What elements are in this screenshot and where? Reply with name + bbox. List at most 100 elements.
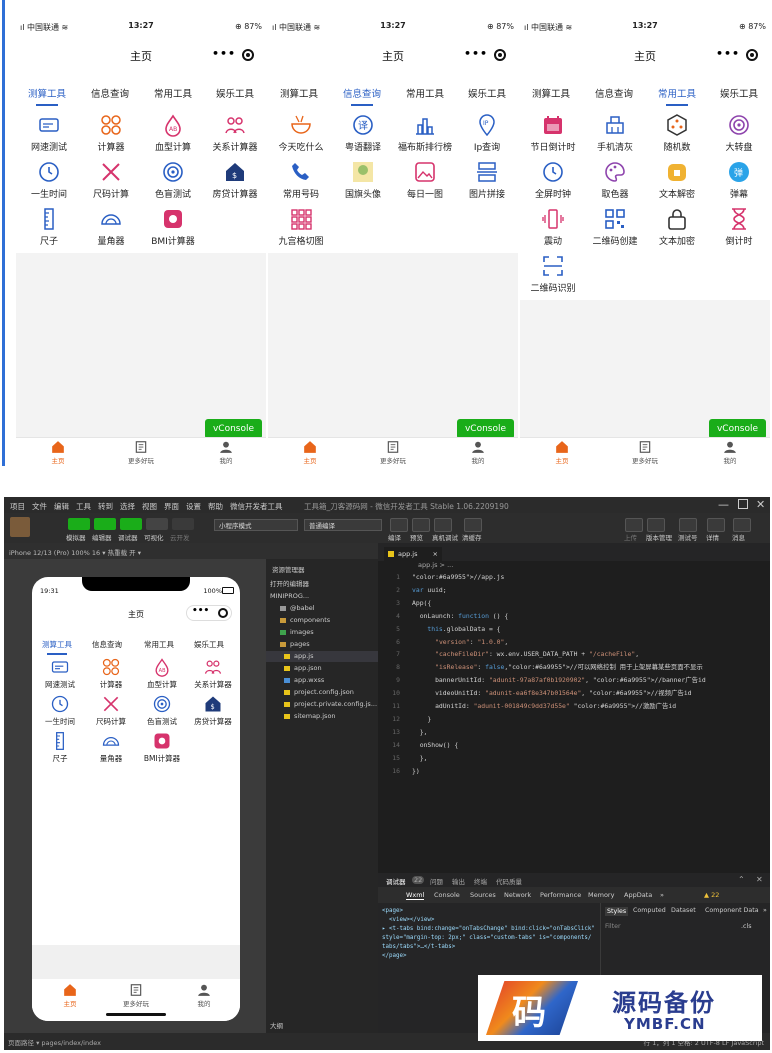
tool-item[interactable]: AB 血型计算 (142, 110, 204, 156)
tool-item[interactable]: 量角器 (80, 204, 142, 250)
styles-tab-4[interactable]: » (763, 907, 767, 914)
close-capsule-icon[interactable] (242, 49, 254, 61)
dom-node[interactable]: ▸ <t-tabs bind:change="onTabsChange" bin… (382, 925, 596, 934)
explorer-item[interactable]: @babel (266, 603, 378, 614)
tool-item[interactable]: 大转盘 (708, 110, 770, 156)
dom-node[interactable]: <page> (382, 907, 596, 916)
dom-node[interactable]: <view></view> (382, 916, 596, 925)
minimize-icon[interactable]: — (718, 498, 729, 511)
explorer-item[interactable]: project.private.config.js... (266, 699, 378, 710)
explorer-item[interactable]: project.config.json (266, 687, 378, 698)
menu-item[interactable]: 工具 (76, 501, 91, 512)
tabbar-item-0[interactable]: 主页 (280, 440, 340, 465)
tool-item[interactable]: 色盲测试 (142, 157, 204, 203)
tool-item[interactable]: 二维码创建 (584, 204, 646, 250)
tool-item[interactable]: 取色器 (584, 157, 646, 203)
tool-item[interactable]: 节日倒计时 (522, 110, 584, 156)
close-capsule-icon[interactable] (218, 608, 228, 618)
devtools-tab-3[interactable]: 输出 (452, 876, 465, 886)
dom-node[interactable]: tabs/tabs">…</t-tabs> (382, 943, 596, 952)
vconsole-button[interactable]: vConsole (457, 419, 514, 439)
sim-tabbar-item-2[interactable]: 我的 (174, 983, 234, 1008)
tool-item[interactable]: 国旗头像 (332, 157, 394, 203)
tabbar-item-2[interactable]: 我的 (448, 440, 508, 465)
filter-input[interactable]: Filter (605, 923, 621, 930)
tool-item[interactable]: 弹弹幕 (708, 157, 770, 203)
tool-item[interactable]: $ 房贷计算器 (204, 157, 266, 203)
more-icon[interactable]: ••• (464, 47, 488, 60)
devtools-tab-0[interactable]: 调试器 (386, 876, 406, 886)
tabbar-item-0[interactable]: 主页 (532, 440, 592, 465)
explorer-item[interactable]: app.js (266, 651, 378, 662)
styles-tab-1[interactable]: Computed (633, 907, 666, 914)
more-icon[interactable]: ••• (716, 47, 740, 60)
mode-select[interactable]: 小程序模式 (214, 519, 298, 531)
devtools-tab-1[interactable]: 22 (412, 876, 425, 884)
avatar[interactable] (10, 517, 30, 537)
sim-tab-0[interactable]: 测算工具 (42, 639, 72, 655)
page-path[interactable]: 页面路径 ▾ pages/index/index (8, 1037, 101, 1047)
tool-item[interactable]: 福布斯排行榜 (394, 110, 456, 156)
collapse-icon[interactable]: ⌃ (738, 875, 745, 884)
toolbar-right-1[interactable] (647, 518, 665, 532)
tab-0[interactable]: 测算工具 (280, 86, 318, 100)
tab-0[interactable]: 测算工具 (28, 86, 66, 106)
tab-2[interactable]: 常用工具 (406, 86, 444, 100)
tool-item[interactable]: IP Ip查询 (456, 110, 518, 156)
toolbar-toggle-1[interactable] (94, 518, 116, 530)
outline-section[interactable]: 大纲 (270, 1021, 382, 1032)
toolbar-right-0[interactable] (625, 518, 643, 532)
devtools-tab-2[interactable]: 问题 (430, 876, 443, 886)
devtools-panel-5[interactable]: Memory (588, 891, 614, 899)
sim-tab-2[interactable]: 常用工具 (144, 639, 174, 650)
tool-item[interactable]: 尺码计算 (80, 157, 142, 203)
tool-item[interactable]: 一生时间 (18, 157, 80, 203)
tool-item[interactable]: 震动 (522, 204, 584, 250)
menu-item[interactable]: 视图 (142, 501, 157, 512)
capsule-button[interactable]: ••• (208, 46, 258, 64)
open-editors[interactable]: 打开的编辑器 (270, 579, 382, 590)
tool-item[interactable]: 今天吃什么 (270, 110, 332, 156)
explorer-item[interactable]: components (266, 615, 378, 626)
toolbar-right-4[interactable] (733, 518, 751, 532)
more-icon[interactable]: ••• (212, 47, 236, 60)
explorer-item[interactable]: sitemap.json (266, 711, 378, 722)
explorer-item[interactable]: app.wxss (266, 675, 378, 686)
dom-node[interactable]: </page> (382, 952, 596, 961)
devtools-panel-0[interactable]: Wxml (406, 891, 425, 900)
tool-item[interactable]: 文本加密 (646, 204, 708, 250)
explorer-item[interactable]: app.json (266, 663, 378, 674)
toolbar-action-0[interactable] (390, 518, 408, 532)
tool-item[interactable]: 全屏时钟 (522, 157, 584, 203)
toolbar-action-1[interactable] (412, 518, 430, 532)
simulator-header[interactable]: iPhone 12/13 (Pro) 100% 16 ▾ 热重载 开 ▾ (4, 543, 266, 559)
explorer-item[interactable]: images (266, 627, 378, 638)
sim-tabbar-item-1[interactable]: 更多好玩 (106, 983, 166, 1008)
menu-item[interactable]: 微信开发者工具 (230, 501, 283, 512)
tabbar-item-1[interactable]: 更多好玩 (363, 440, 423, 465)
tool-item[interactable]: 文本解密 (646, 157, 708, 203)
compile-select[interactable]: 普通编译 (304, 519, 382, 531)
tool-item[interactable]: 译粤语翻译 (332, 110, 394, 156)
tab-1[interactable]: 信息查询 (91, 86, 129, 100)
devtools-panel-3[interactable]: Network (504, 891, 531, 899)
close-capsule-icon[interactable] (746, 49, 758, 61)
sim-tab-3[interactable]: 娱乐工具 (194, 639, 224, 650)
styles-tab-0[interactable]: Styles (605, 907, 629, 916)
menu-item[interactable]: 转到 (98, 501, 113, 512)
tab-3[interactable]: 娱乐工具 (468, 86, 506, 100)
dom-tree[interactable]: <page> <view></view> ▸ <t-tabs bind:chang… (382, 907, 596, 961)
project-root[interactable]: MINIPROG... (270, 591, 382, 602)
tabbar-item-2[interactable]: 我的 (196, 440, 256, 465)
menu-item[interactable]: 帮助 (208, 501, 223, 512)
warning-count[interactable]: ▲ 22 (704, 891, 719, 899)
sim-tool-item[interactable]: BMI计算器 (136, 729, 188, 765)
close-window-icon[interactable]: ✕ (756, 498, 765, 511)
tab-2[interactable]: 常用工具 (154, 86, 192, 100)
vconsole-button[interactable]: vConsole (205, 419, 262, 439)
menu-item[interactable]: 编辑 (54, 501, 69, 512)
capsule-button[interactable]: ••• (460, 46, 510, 64)
toolbar-right-3[interactable] (707, 518, 725, 532)
tool-item[interactable]: 网速测试 (18, 110, 80, 156)
menu-item[interactable]: 项目 (10, 501, 25, 512)
